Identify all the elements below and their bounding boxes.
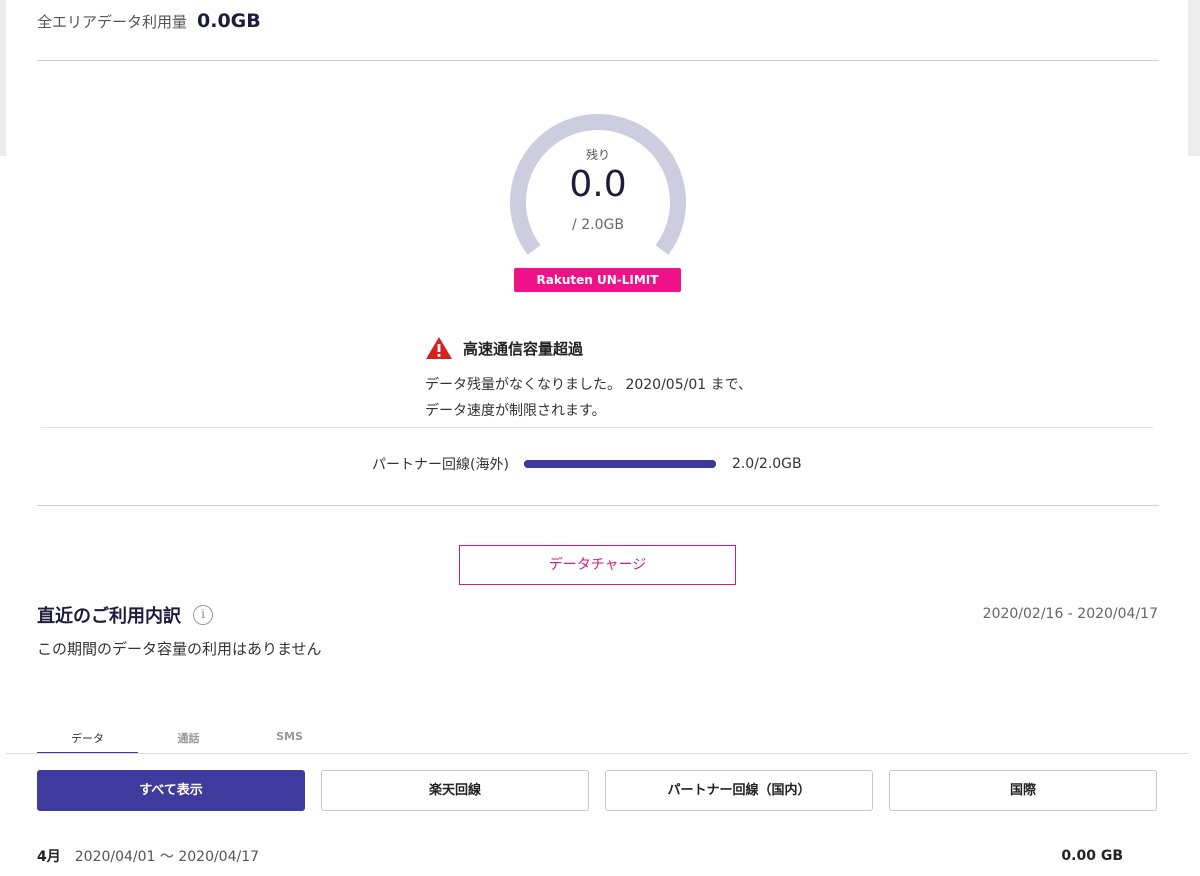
filter-all-button[interactable]: すべて表示 [37, 770, 305, 811]
plan-badge: Rakuten UN-LIMIT [514, 268, 681, 292]
tab-sms[interactable]: SMS [239, 730, 340, 754]
filter-international-button[interactable]: 国際 [889, 770, 1157, 811]
line-filter: すべて表示 楽天回線 パートナー回線（国内） 国際 [37, 770, 1157, 811]
total-usage-label: 全エリアデータ利用量 [37, 13, 188, 31]
partner-usage-value: 2.0/2.0GB [731, 456, 802, 472]
data-charge-button[interactable]: データチャージ [459, 545, 736, 585]
left-gutter [0, 0, 6, 156]
warning-triangle-icon [426, 337, 452, 359]
month-usage-row[interactable]: 4月 2020/04/01 〜 2020/04/17 0.00 GB [37, 846, 1123, 866]
right-gutter [1188, 0, 1200, 156]
partner-line-usage: パートナー回線(海外) 2.0/2.0GB [372, 454, 802, 474]
gauge-caption: 残り [585, 148, 610, 162]
usage-tabs: データ 通話 SMS [37, 730, 340, 754]
recent-usage-title: 直近のご利用内訳 [37, 606, 181, 627]
divider [37, 60, 1159, 61]
partner-usage-fill [523, 460, 716, 468]
tab-data[interactable]: データ [37, 730, 138, 754]
filter-rakuten-line-button[interactable]: 楽天回線 [321, 770, 589, 811]
warning-message: データ残量がなくなりました。 2020/05/01 まで、データ速度が制限されま… [425, 377, 753, 419]
divider [37, 505, 1159, 506]
gauge-total-value: / 2.0GB [572, 217, 624, 233]
month-total: 0.00 GB [1061, 848, 1123, 864]
tabs-divider [6, 753, 1188, 754]
partner-line-label: パートナー回線(海外) [372, 457, 509, 473]
tab-calls[interactable]: 通話 [138, 730, 239, 754]
speed-limit-warning: 高速通信容量超過 データ残量がなくなりました。 2020/05/01 まで、デー… [425, 336, 765, 424]
partner-usage-bar [523, 460, 716, 468]
filter-partner-domestic-button[interactable]: パートナー回線（国内） [605, 770, 873, 811]
warning-title: 高速通信容量超過 [463, 339, 584, 358]
no-usage-message: この期間のデータ容量の利用はありません [37, 640, 322, 658]
remaining-gauge: 残り 0.0 / 2.0GB [506, 104, 690, 264]
month-label: 4月 [37, 849, 61, 865]
month-range: 2020/04/01 〜 2020/04/17 [74, 849, 260, 865]
gauge-remaining-value: 0.0 [569, 164, 627, 205]
total-usage: 全エリアデータ利用量 0.0GB [37, 10, 261, 32]
info-icon[interactable]: i [193, 605, 213, 625]
usage-period: 2020/02/16 - 2020/04/17 [982, 606, 1158, 622]
total-usage-value: 0.0GB [197, 10, 261, 32]
divider [41, 427, 1153, 428]
recent-usage-header: 直近のご利用内訳 i [37, 602, 213, 628]
